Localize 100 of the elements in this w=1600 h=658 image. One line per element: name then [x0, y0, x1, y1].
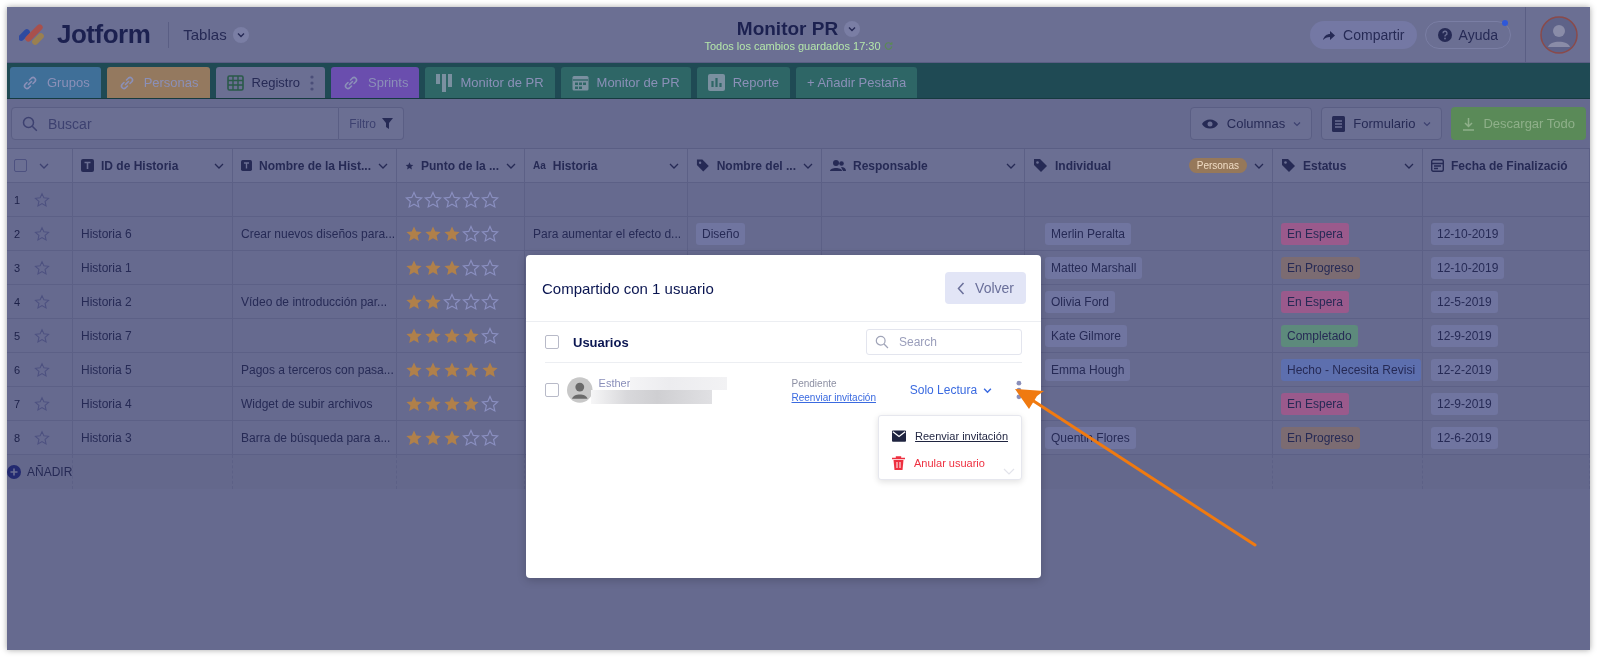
resend-invitation-link[interactable]: Reenviar invitación: [791, 391, 895, 403]
row-number: 1: [14, 193, 22, 206]
kebab-icon[interactable]: [310, 74, 314, 91]
table-cell: Crear nuevos diseños para...: [241, 226, 396, 241]
table-cell: Historia 2: [81, 294, 132, 309]
star-rating[interactable]: [405, 224, 499, 243]
back-button[interactable]: Volver: [945, 272, 1026, 304]
date-chip: 12-5-2019: [1431, 290, 1498, 313]
date-chip: 12-2-2019: [1431, 358, 1498, 381]
person-chip: Matteo Marshall: [1045, 256, 1143, 279]
column-header: Historia: [552, 158, 598, 173]
star-rating[interactable]: [405, 258, 499, 277]
user-avatar: [567, 377, 593, 403]
tab[interactable]: Grupos: [10, 67, 101, 98]
favorite-star-icon[interactable]: [34, 395, 50, 412]
tab[interactable]: Monitor de PR: [560, 67, 691, 98]
people-icon: [830, 159, 846, 172]
table-cell: Historia 5: [81, 362, 132, 377]
column-header: Fecha de Finalizació: [1451, 158, 1568, 173]
users-label: Usuarios: [573, 334, 629, 350]
select-all-checkbox[interactable]: [545, 335, 559, 349]
filter-icon: [382, 118, 393, 129]
user-avatar[interactable]: [1540, 15, 1578, 54]
tab[interactable]: Sprints: [331, 67, 420, 98]
tag-chip: Diseño: [696, 222, 746, 245]
column-header: Nombre de la Hist...: [258, 158, 371, 173]
star-rating[interactable]: [405, 326, 499, 345]
eye-icon: [1200, 117, 1219, 130]
help-button[interactable]: Ayuda: [1424, 20, 1511, 49]
grid-icon: [226, 74, 244, 91]
text-type-icon: Aa: [533, 160, 546, 171]
favorite-star-icon[interactable]: [34, 259, 50, 276]
download-icon: [1462, 116, 1476, 131]
refresh-icon: [883, 41, 893, 50]
help-icon: [1437, 27, 1452, 42]
trash-icon: [892, 455, 905, 470]
table-cell: Historia 7: [81, 328, 132, 343]
date-chip: 12-9-2019: [1431, 324, 1498, 347]
row-number: 2: [14, 227, 22, 240]
tag-icon: [1281, 158, 1296, 173]
row-number: 7: [14, 397, 22, 410]
invite-status: Pendiente: [791, 377, 838, 389]
favorite-star-icon[interactable]: [34, 293, 50, 310]
text-field-icon: [81, 159, 94, 172]
tag-icon: [696, 158, 710, 173]
favorite-star-icon[interactable]: [34, 361, 50, 378]
search-icon: [875, 335, 889, 349]
search-icon: [22, 115, 38, 132]
person-chip: Kate Gilmore: [1045, 324, 1128, 347]
tables-menu-button[interactable]: Tablas: [183, 26, 249, 43]
status-chip: En Espera: [1281, 392, 1350, 415]
text-field-icon: [241, 159, 252, 172]
form-button[interactable]: Formulario: [1321, 107, 1443, 140]
document-icon: [1332, 115, 1346, 132]
date-chip: 12-10-2019: [1431, 222, 1505, 245]
scroll-chevron-icon: [1003, 468, 1015, 475]
save-status: Todos los cambios guardados 17:30: [704, 39, 881, 52]
add-row-button[interactable]: AÑADIR: [7, 465, 73, 479]
table-cell: Widget de subir archivos: [241, 396, 373, 411]
status-chip: En Espera: [1281, 222, 1350, 245]
tag-icon: [1033, 158, 1048, 173]
table-cell: Vídeo de introducción par...: [241, 294, 388, 309]
share-arrow-icon: [1322, 28, 1337, 41]
status-chip: En Espera: [1281, 290, 1350, 313]
row-number: 3: [14, 261, 22, 274]
table-cell: Historia 1: [81, 260, 132, 275]
column-header: Individual: [1055, 158, 1111, 173]
form-title-button[interactable]: Monitor PR: [736, 17, 861, 40]
star-rating[interactable]: [405, 190, 499, 209]
column-header: ID de Historia: [101, 158, 179, 173]
role-dropdown[interactable]: Solo Lectura: [909, 383, 993, 397]
date-chip: 12-10-2019: [1431, 256, 1505, 279]
star-rating[interactable]: [405, 428, 499, 447]
chevron-down-icon: [232, 26, 249, 43]
favorite-star-icon[interactable]: [34, 191, 50, 208]
user-checkbox[interactable]: [545, 383, 559, 397]
tab[interactable]: Registro: [215, 67, 325, 98]
menu-item[interactable]: Reenviar invitación: [879, 422, 1021, 449]
tab[interactable]: Reporte: [696, 67, 790, 98]
table-cell: Historia 4: [81, 396, 132, 411]
status-chip: Hecho - Necesita Revisi: [1281, 358, 1422, 381]
tab[interactable]: + Añadir Pestaña: [795, 67, 918, 98]
chevron-down-icon: [983, 385, 993, 395]
column-header: Nombre del ...: [716, 158, 796, 173]
favorite-star-icon[interactable]: [34, 225, 50, 242]
select-all-checkbox[interactable]: [14, 159, 27, 172]
favorite-star-icon[interactable]: [34, 327, 50, 344]
row-number: 5: [14, 329, 22, 342]
brand-name: Jotform: [57, 19, 151, 50]
row-number: 6: [14, 363, 22, 376]
menu-item[interactable]: Anular usuario: [879, 449, 1021, 476]
star-rating[interactable]: [405, 394, 499, 413]
row-number: 4: [14, 295, 22, 308]
tab[interactable]: Monitor de PR: [425, 67, 555, 98]
table-cell: Para aumentar el efecto d...: [533, 226, 682, 241]
share-button[interactable]: Compartir: [1310, 20, 1417, 49]
columns-button[interactable]: Columnas: [1189, 107, 1313, 140]
table-cell: Pagos a terceros con pasa...: [241, 362, 394, 377]
favorite-star-icon[interactable]: [34, 429, 50, 446]
star-rating[interactable]: [405, 292, 499, 311]
